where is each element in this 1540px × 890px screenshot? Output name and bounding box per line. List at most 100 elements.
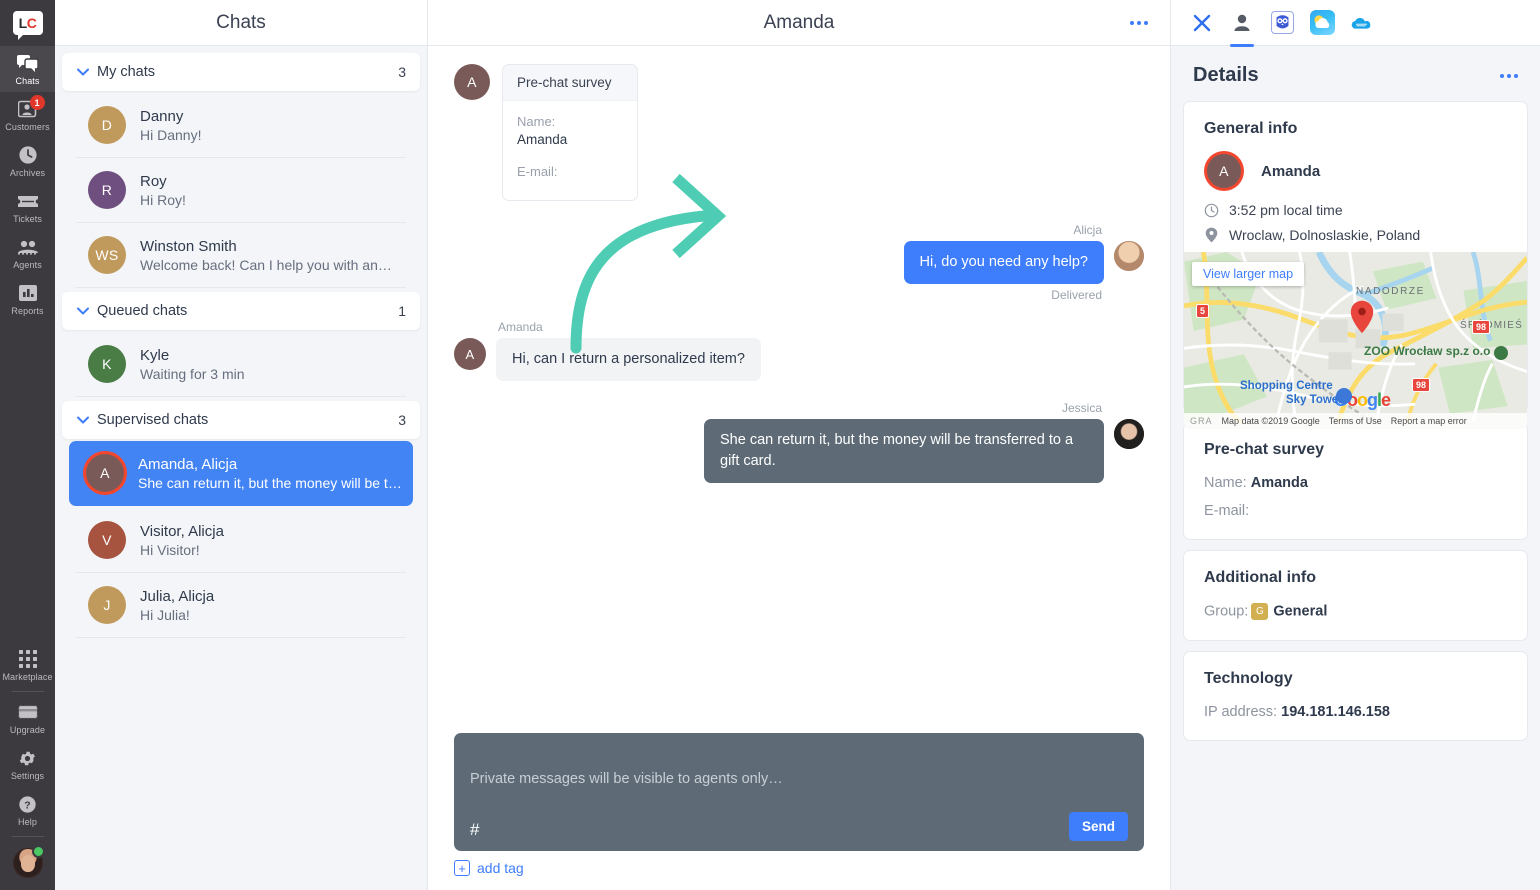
- kebab-menu-icon[interactable]: [1500, 73, 1518, 78]
- kebab-menu-icon[interactable]: [1130, 20, 1148, 25]
- group-label: Supervised chats: [97, 412, 209, 428]
- customers-icon: 1: [17, 95, 45, 119]
- prechat-name-row: Name: Amanda: [1204, 475, 1507, 491]
- chat-list-panel: Chats My chats 3 D Danny Hi Danny! R Roy…: [55, 0, 428, 890]
- list-item[interactable]: V Visitor, Alicja Hi Visitor!: [76, 508, 406, 573]
- chevron-down-icon: [76, 305, 89, 318]
- send-button[interactable]: Send: [1068, 812, 1128, 841]
- map-terms-link[interactable]: Terms of Use: [1329, 416, 1382, 426]
- group-count: 3: [398, 412, 406, 428]
- weather-app-icon[interactable]: [1309, 10, 1335, 36]
- group-header-my-chats[interactable]: My chats 3: [62, 53, 420, 91]
- message-input[interactable]: [470, 746, 1128, 812]
- list-item-snippet: Waiting for 3 min: [140, 365, 245, 382]
- list-item-texts: Visitor, Alicja Hi Visitor!: [140, 523, 396, 558]
- list-item-selected[interactable]: A Amanda, Alicja She can return it, but …: [69, 441, 413, 506]
- owl-app-icon[interactable]: [1269, 10, 1295, 36]
- chat-list-body[interactable]: My chats 3 D Danny Hi Danny! R Roy Hi Ro…: [55, 46, 427, 890]
- list-item-name: Amanda, Alicja: [138, 455, 238, 473]
- customers-badge: 1: [29, 95, 45, 110]
- avatar: A: [1207, 154, 1241, 188]
- list-item-texts: Julia, Alicja Hi Julia!: [140, 588, 396, 623]
- sidebar-item-archives[interactable]: Archives: [0, 138, 55, 184]
- avatar: D: [88, 106, 126, 144]
- sidebar-item-customers[interactable]: 1 Customers: [0, 92, 55, 138]
- sidebar-item-agents[interactable]: Agents: [0, 230, 55, 276]
- group-count: 1: [398, 303, 406, 319]
- sidebar-label-help: Help: [18, 817, 37, 827]
- add-tag-row[interactable]: + add tag: [454, 860, 1144, 876]
- location-pin-marker[interactable]: [1350, 300, 1374, 334]
- canned-response-icon[interactable]: #: [470, 821, 479, 841]
- group-header-queued-chats[interactable]: Queued chats 1: [62, 292, 420, 330]
- add-tag-label[interactable]: add tag: [477, 860, 524, 876]
- list-item-name: Kyle: [140, 346, 170, 364]
- message-bubble: Hi, do you need any help?: [903, 241, 1104, 285]
- clock-icon: [1204, 203, 1219, 218]
- sidebar-item-help[interactable]: ? Help: [0, 787, 55, 833]
- technology-card: Technology IP address: 194.181.146.158: [1183, 651, 1528, 741]
- page-title: Chats: [216, 11, 266, 33]
- prechat-name-label: Name:: [1204, 475, 1247, 491]
- message-status: Delivered: [1051, 288, 1102, 303]
- salesforce-app-icon[interactable]: [1349, 10, 1375, 36]
- close-icon[interactable]: [1189, 10, 1215, 36]
- message-bubble: Hi, can I return a personalized item?: [496, 338, 761, 382]
- rail-divider-2: [11, 836, 44, 837]
- avatar: [1114, 419, 1144, 450]
- list-item-snippet: Hi Danny!: [140, 126, 202, 143]
- sidebar-item-reports[interactable]: Reports: [0, 276, 55, 322]
- message-composer[interactable]: # Send: [454, 733, 1144, 851]
- sidebar-item-upgrade[interactable]: Upgrade: [0, 695, 55, 741]
- ip-address-value: 194.181.146.158: [1281, 704, 1390, 720]
- chevron-down-icon: [76, 66, 89, 79]
- avatar: A: [454, 338, 486, 371]
- general-info-card: General info A Amanda 3:52 pm local time…: [1183, 101, 1528, 429]
- avatar: WS: [88, 236, 126, 274]
- plus-icon[interactable]: +: [454, 860, 470, 876]
- livechat-logo-mark: LC: [12, 11, 43, 40]
- list-item-texts: Winston Smith Welcome back! Can I help y…: [140, 238, 396, 273]
- location-map[interactable]: Google NADODRZE ŚRÓDMIEŚ ZOO Wrocław sp.…: [1184, 252, 1527, 429]
- card-title: Technology: [1204, 670, 1293, 687]
- current-agent-avatar-wrap[interactable]: [12, 840, 45, 890]
- location-row: Wroclaw, Dolnoslaskie, Poland: [1204, 227, 1507, 243]
- view-larger-map-button[interactable]: View larger map: [1192, 262, 1305, 286]
- person-details-icon[interactable]: [1229, 10, 1255, 47]
- list-item[interactable]: J Julia, Alicja Hi Julia!: [76, 573, 406, 638]
- sidebar-item-settings[interactable]: Settings: [0, 741, 55, 787]
- group-count: 3: [398, 64, 406, 80]
- list-item[interactable]: R Roy Hi Roy!: [76, 158, 406, 223]
- customer-name: Amanda: [1261, 162, 1321, 180]
- help-icon: ?: [17, 794, 39, 814]
- group-header-supervised-chats[interactable]: Supervised chats 3: [62, 401, 420, 439]
- ip-address-label: IP address:: [1204, 704, 1278, 720]
- upgrade-icon: [17, 702, 39, 722]
- list-item-texts: Kyle Waiting for 3 min: [140, 347, 396, 382]
- avatar: J: [88, 586, 126, 624]
- list-item[interactable]: D Danny Hi Danny!: [76, 93, 406, 158]
- tickets-icon: [17, 191, 39, 211]
- list-item-snippet: Hi Julia!: [140, 606, 190, 623]
- archives-icon: [17, 145, 39, 165]
- message-thread: A Pre-chat survey Name: Amanda E-mail: A…: [428, 46, 1170, 723]
- avatar: [1114, 241, 1144, 271]
- list-item-snippet: Hi Roy!: [140, 191, 186, 208]
- list-item[interactable]: WS Winston Smith Welcome back! Can I hel…: [76, 223, 406, 288]
- map-report-link[interactable]: Report a map error: [1391, 416, 1467, 426]
- sidebar-item-marketplace[interactable]: Marketplace: [0, 642, 55, 688]
- details-body[interactable]: General info A Amanda 3:52 pm local time…: [1171, 101, 1540, 890]
- sidebar-item-tickets[interactable]: Tickets: [0, 184, 55, 230]
- message-private: Jessica She can return it, but the money…: [454, 401, 1144, 484]
- app-logo[interactable]: LC: [0, 0, 55, 46]
- map-data-credit: Map data ©2019 Google: [1221, 416, 1320, 426]
- sidebar-label-reports: Reports: [11, 306, 44, 316]
- sidebar-label-upgrade: Upgrade: [9, 725, 46, 735]
- message-author: Alicja: [1073, 223, 1102, 237]
- group-value: General: [1273, 603, 1328, 620]
- list-item[interactable]: K Kyle Waiting for 3 min: [76, 332, 406, 397]
- additional-info-card: Additional info Group: G General: [1183, 550, 1528, 641]
- map-shield-98-b: 98: [1412, 378, 1431, 392]
- sidebar-item-chats[interactable]: Chats: [0, 46, 55, 92]
- prechat-survey-heading: Pre-chat survey: [503, 65, 637, 101]
